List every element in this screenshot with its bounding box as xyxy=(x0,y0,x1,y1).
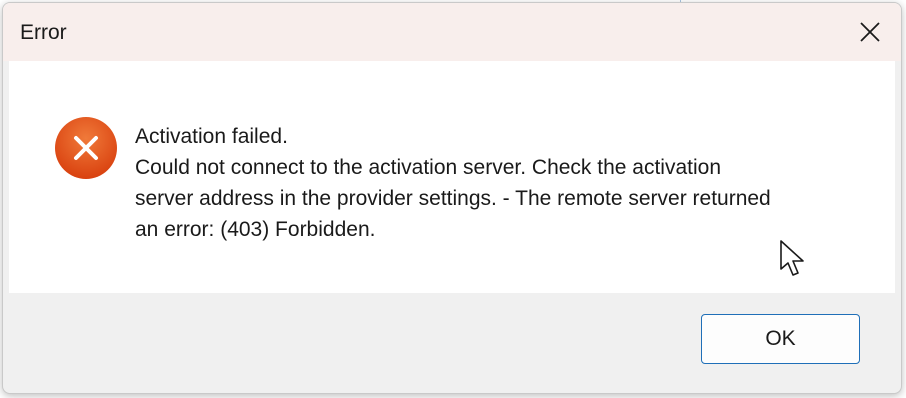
error-dialog: Error Activation failed. Could not conne… xyxy=(2,2,902,394)
dialog-content: Activation failed. Could not connect to … xyxy=(9,61,895,293)
dialog-title: Error xyxy=(20,21,67,44)
mouse-cursor-icon xyxy=(780,240,804,276)
dialog-titlebar[interactable]: Error xyxy=(3,3,901,61)
ok-button[interactable]: OK xyxy=(701,314,860,364)
close-button[interactable] xyxy=(839,3,901,61)
message-line: Activation failed. xyxy=(135,125,288,148)
error-icon xyxy=(55,117,117,179)
dialog-footer: OK xyxy=(9,293,895,393)
error-message: Activation failed. Could not connect to … xyxy=(135,121,855,245)
message-line: Could not connect to the activation serv… xyxy=(135,156,722,179)
message-line: an error: (403) Forbidden. xyxy=(135,218,376,241)
message-line: server address in the provider settings.… xyxy=(135,187,771,210)
close-icon xyxy=(860,22,880,42)
